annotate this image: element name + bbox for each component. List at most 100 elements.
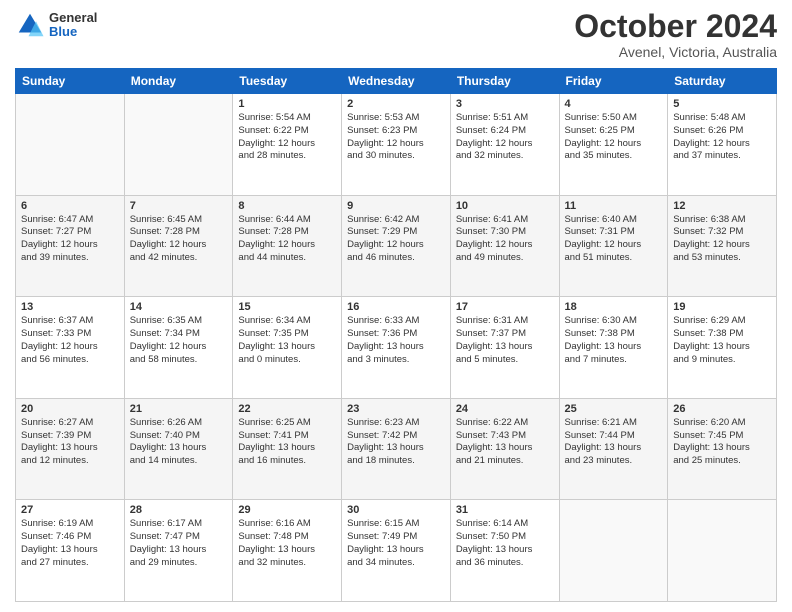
day-header-tuesday: Tuesday [233, 69, 342, 94]
day-number: 1 [238, 98, 336, 110]
cell-content: Sunrise: 6:38 AM Sunset: 7:32 PM Dayligh… [673, 214, 771, 265]
day-number: 5 [673, 98, 771, 110]
calendar-cell: 13 Sunrise: 6:37 AM Sunset: 7:33 PM Dayli… [16, 297, 125, 399]
cell-content: Sunrise: 6:35 AM Sunset: 7:34 PM Dayligh… [130, 315, 228, 366]
calendar-cell: 20 Sunrise: 6:27 AM Sunset: 7:39 PM Dayli… [16, 398, 125, 500]
day-number: 24 [456, 403, 554, 415]
calendar-cell: 23 Sunrise: 6:23 AM Sunset: 7:42 PM Dayli… [342, 398, 451, 500]
calendar-cell: 16 Sunrise: 6:33 AM Sunset: 7:36 PM Dayli… [342, 297, 451, 399]
calendar-cell: 6 Sunrise: 6:47 AM Sunset: 7:27 PM Daylig… [16, 195, 125, 297]
calendar-cell: 27Sunrise: 6:19 AM Sunset: 7:46 PM Dayli… [16, 500, 125, 602]
calendar-cell: 17Sunrise: 6:31 AM Sunset: 7:37 PM Dayli… [450, 297, 559, 399]
calendar-cell: 21 Sunrise: 6:26 AM Sunset: 7:40 PM Dayli… [124, 398, 233, 500]
calendar-cell: 25Sunrise: 6:21 AM Sunset: 7:44 PM Dayli… [559, 398, 668, 500]
cell-content: Sunrise: 6:26 AM Sunset: 7:40 PM Dayligh… [130, 417, 228, 468]
calendar-cell: 12 Sunrise: 6:38 AM Sunset: 7:32 PM Dayli… [668, 195, 777, 297]
calendar-cell [16, 94, 125, 196]
cell-content: Sunrise: 6:33 AM Sunset: 7:36 PM Dayligh… [347, 315, 445, 366]
day-number: 25 [565, 403, 663, 415]
week-row-3: 20 Sunrise: 6:27 AM Sunset: 7:39 PM Dayli… [16, 398, 777, 500]
day-number: 10 [456, 200, 554, 212]
cell-content: Sunrise: 6:37 AM Sunset: 7:33 PM Dayligh… [21, 315, 119, 366]
calendar-cell: 14 Sunrise: 6:35 AM Sunset: 7:34 PM Dayli… [124, 297, 233, 399]
day-number: 26 [673, 403, 771, 415]
day-number: 22 [238, 403, 336, 415]
cell-content: Sunrise: 6:15 AM Sunset: 7:49 PM Dayligh… [347, 518, 445, 569]
cell-content: Sunrise: 6:41 AM Sunset: 7:30 PM Dayligh… [456, 214, 554, 265]
logo-text: General Blue [49, 11, 97, 40]
day-number: 6 [21, 200, 119, 212]
calendar-cell: 1 Sunrise: 5:54 AM Sunset: 6:22 PM Daylig… [233, 94, 342, 196]
cell-content: Sunrise: 6:29 AM Sunset: 7:38 PM Dayligh… [673, 315, 771, 366]
week-row-4: 27Sunrise: 6:19 AM Sunset: 7:46 PM Dayli… [16, 500, 777, 602]
day-number: 14 [130, 301, 228, 313]
day-number: 21 [130, 403, 228, 415]
title-block: October 2024 Avenel, Victoria, Australia [574, 10, 777, 60]
cell-content: Sunrise: 6:23 AM Sunset: 7:42 PM Dayligh… [347, 417, 445, 468]
day-number: 16 [347, 301, 445, 313]
day-number: 15 [238, 301, 336, 313]
cell-content: Sunrise: 6:25 AM Sunset: 7:41 PM Dayligh… [238, 417, 336, 468]
calendar-cell: 30 Sunrise: 6:15 AM Sunset: 7:49 PM Dayli… [342, 500, 451, 602]
cell-content: Sunrise: 6:14 AM Sunset: 7:50 PM Dayligh… [456, 518, 554, 569]
day-number: 12 [673, 200, 771, 212]
logo: General Blue [15, 10, 97, 40]
day-number: 19 [673, 301, 771, 313]
calendar-cell: 15 Sunrise: 6:34 AM Sunset: 7:35 PM Dayli… [233, 297, 342, 399]
day-number: 20 [21, 403, 119, 415]
calendar-cell: 8 Sunrise: 6:44 AM Sunset: 7:28 PM Daylig… [233, 195, 342, 297]
cell-content: Sunrise: 5:53 AM Sunset: 6:23 PM Dayligh… [347, 112, 445, 163]
calendar-cell: 18Sunrise: 6:30 AM Sunset: 7:38 PM Dayli… [559, 297, 668, 399]
calendar-cell: 29 Sunrise: 6:16 AM Sunset: 7:48 PM Dayli… [233, 500, 342, 602]
cell-content: Sunrise: 6:30 AM Sunset: 7:38 PM Dayligh… [565, 315, 663, 366]
cell-content: Sunrise: 6:22 AM Sunset: 7:43 PM Dayligh… [456, 417, 554, 468]
cell-content: Sunrise: 5:54 AM Sunset: 6:22 PM Dayligh… [238, 112, 336, 163]
day-number: 13 [21, 301, 119, 313]
calendar-cell: 10 Sunrise: 6:41 AM Sunset: 7:30 PM Dayli… [450, 195, 559, 297]
cell-content: Sunrise: 6:45 AM Sunset: 7:28 PM Dayligh… [130, 214, 228, 265]
cell-content: Sunrise: 6:42 AM Sunset: 7:29 PM Dayligh… [347, 214, 445, 265]
logo-icon [15, 10, 45, 40]
calendar-table: SundayMondayTuesdayWednesdayThursdayFrid… [15, 68, 777, 602]
day-number: 11 [565, 200, 663, 212]
day-header-monday: Monday [124, 69, 233, 94]
calendar-cell: 2Sunrise: 5:53 AM Sunset: 6:23 PM Daylig… [342, 94, 451, 196]
cell-content: Sunrise: 6:34 AM Sunset: 7:35 PM Dayligh… [238, 315, 336, 366]
day-number: 30 [347, 504, 445, 516]
day-number: 7 [130, 200, 228, 212]
header: General Blue October 2024 Avenel, Victor… [15, 10, 777, 60]
day-number: 23 [347, 403, 445, 415]
day-number: 29 [238, 504, 336, 516]
day-number: 4 [565, 98, 663, 110]
location: Avenel, Victoria, Australia [574, 44, 777, 60]
calendar-cell: 19 Sunrise: 6:29 AM Sunset: 7:38 PM Dayli… [668, 297, 777, 399]
calendar-cell: 5 Sunrise: 5:48 AM Sunset: 6:26 PM Daylig… [668, 94, 777, 196]
calendar-cell: 11Sunrise: 6:40 AM Sunset: 7:31 PM Dayli… [559, 195, 668, 297]
week-row-0: 1 Sunrise: 5:54 AM Sunset: 6:22 PM Daylig… [16, 94, 777, 196]
cell-content: Sunrise: 6:44 AM Sunset: 7:28 PM Dayligh… [238, 214, 336, 265]
logo-blue: Blue [49, 25, 97, 39]
cell-content: Sunrise: 6:19 AM Sunset: 7:46 PM Dayligh… [21, 518, 119, 569]
calendar-cell: 26Sunrise: 6:20 AM Sunset: 7:45 PM Dayli… [668, 398, 777, 500]
day-number: 9 [347, 200, 445, 212]
day-number: 17 [456, 301, 554, 313]
month-title: October 2024 [574, 10, 777, 42]
calendar-cell: 7 Sunrise: 6:45 AM Sunset: 7:28 PM Daylig… [124, 195, 233, 297]
cell-content: Sunrise: 5:50 AM Sunset: 6:25 PM Dayligh… [565, 112, 663, 163]
cell-content: Sunrise: 6:17 AM Sunset: 7:47 PM Dayligh… [130, 518, 228, 569]
cell-content: Sunrise: 6:16 AM Sunset: 7:48 PM Dayligh… [238, 518, 336, 569]
day-header-saturday: Saturday [668, 69, 777, 94]
day-header-sunday: Sunday [16, 69, 125, 94]
calendar-cell: 22 Sunrise: 6:25 AM Sunset: 7:41 PM Dayli… [233, 398, 342, 500]
cell-content: Sunrise: 5:48 AM Sunset: 6:26 PM Dayligh… [673, 112, 771, 163]
cell-content: Sunrise: 6:27 AM Sunset: 7:39 PM Dayligh… [21, 417, 119, 468]
header-row: SundayMondayTuesdayWednesdayThursdayFrid… [16, 69, 777, 94]
day-number: 8 [238, 200, 336, 212]
logo-general: General [49, 11, 97, 25]
calendar-cell [124, 94, 233, 196]
page: General Blue October 2024 Avenel, Victor… [0, 0, 792, 612]
cell-content: Sunrise: 6:47 AM Sunset: 7:27 PM Dayligh… [21, 214, 119, 265]
day-header-thursday: Thursday [450, 69, 559, 94]
day-header-friday: Friday [559, 69, 668, 94]
calendar-cell: 24 Sunrise: 6:22 AM Sunset: 7:43 PM Dayli… [450, 398, 559, 500]
